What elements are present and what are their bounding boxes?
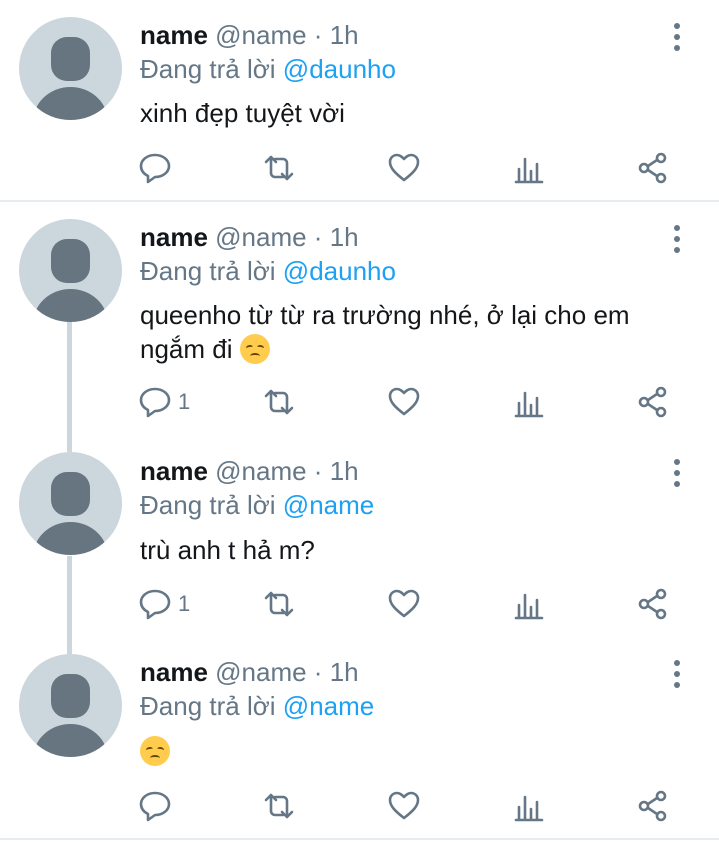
reply-button[interactable]: 1 xyxy=(138,586,190,622)
share-icon xyxy=(638,152,667,184)
tweet[interactable]: name @name · 1h Đang trả lời @daunho xin… xyxy=(0,0,719,200)
disappointed-face-emoji xyxy=(140,736,170,766)
like-button[interactable] xyxy=(387,150,421,186)
retweet-button[interactable] xyxy=(262,788,296,824)
reply-button[interactable] xyxy=(138,150,178,186)
like-button[interactable] xyxy=(387,586,421,622)
tweet-text: xinh đẹp tuyệt vời xyxy=(140,98,345,128)
more-vertical-icon[interactable] xyxy=(668,23,686,57)
handle-time: @name · 1h xyxy=(215,456,359,486)
disappointed-face-emoji xyxy=(239,334,270,364)
tweet[interactable]: name @name · 1h Đang trả lời @name trù a… xyxy=(0,438,719,656)
retweet-icon xyxy=(264,591,294,617)
tweet-text xyxy=(140,734,680,768)
tweet-header: name @name · 1h xyxy=(140,657,359,687)
retweet-button[interactable] xyxy=(262,384,296,420)
replying-to-label: Đang trả lời xyxy=(140,54,276,84)
share-icon xyxy=(638,790,667,822)
share-button[interactable] xyxy=(636,788,670,824)
retweet-button[interactable] xyxy=(262,150,296,186)
mention-link[interactable]: @name xyxy=(283,490,374,520)
replying-to: Đang trả lời @name xyxy=(140,691,374,721)
more-vertical-icon[interactable] xyxy=(668,660,686,694)
retweet-icon xyxy=(264,155,294,181)
avatar[interactable] xyxy=(19,654,122,757)
mention-link[interactable]: @name xyxy=(283,691,374,721)
analytics-icon xyxy=(514,391,544,418)
thread-line xyxy=(67,638,72,654)
tweet-actions: 1 xyxy=(0,384,719,420)
like-button[interactable] xyxy=(387,384,421,420)
reply-icon xyxy=(139,153,171,184)
display-name[interactable]: name xyxy=(140,222,208,252)
reply-count: 1 xyxy=(178,591,191,616)
analytics-button[interactable] xyxy=(512,586,546,622)
thread-line xyxy=(67,438,72,452)
reply-button[interactable]: 1 xyxy=(138,384,190,420)
tweet-actions: 1 xyxy=(0,586,719,622)
retweet-icon xyxy=(264,389,294,415)
display-name[interactable]: name xyxy=(140,456,208,486)
analytics-icon xyxy=(514,795,544,822)
tweet[interactable]: name @name · 1h Đang trả lời @daunho que… xyxy=(0,202,719,438)
share-button[interactable] xyxy=(636,150,670,186)
tweet-header: name @name · 1h xyxy=(140,20,359,50)
display-name[interactable]: name xyxy=(140,657,208,687)
more-vertical-icon[interactable] xyxy=(668,225,686,259)
avatar[interactable] xyxy=(19,17,122,120)
replying-to: Đang trả lời @daunho xyxy=(140,54,396,84)
reply-count: 1 xyxy=(178,389,191,414)
analytics-icon xyxy=(514,593,544,620)
tweet-text: trù anh t hả m? xyxy=(140,535,315,565)
share-icon xyxy=(638,386,667,418)
replying-to: Đang trả lời @daunho xyxy=(140,256,396,286)
handle-time: @name · 1h xyxy=(215,222,359,252)
share-button[interactable] xyxy=(636,384,670,420)
display-name[interactable]: name xyxy=(140,20,208,50)
retweet-button[interactable] xyxy=(262,586,296,622)
heart-icon xyxy=(388,387,420,416)
analytics-icon xyxy=(514,157,544,184)
handle-time: @name · 1h xyxy=(215,20,359,50)
avatar[interactable] xyxy=(19,219,122,322)
share-icon xyxy=(638,588,667,620)
analytics-button[interactable] xyxy=(512,384,546,420)
reply-icon xyxy=(139,387,171,418)
retweet-icon xyxy=(264,793,294,819)
tweet-text: queenho từ từ ra trường nhé, ở lại cho e… xyxy=(140,298,680,366)
tweet-actions xyxy=(0,788,719,824)
heart-icon xyxy=(388,589,420,618)
reply-icon xyxy=(139,589,171,620)
tweet-header: name @name · 1h xyxy=(140,222,359,252)
mention-link[interactable]: @daunho xyxy=(283,54,396,84)
tweet-text-content: queenho từ từ ra trường nhé, ở lại cho e… xyxy=(140,300,630,364)
reply-button[interactable] xyxy=(138,788,178,824)
replying-to: Đang trả lời @name xyxy=(140,490,374,520)
more-vertical-icon[interactable] xyxy=(668,459,686,493)
reply-icon xyxy=(139,791,171,822)
thread-line xyxy=(67,320,72,438)
share-button[interactable] xyxy=(636,586,670,622)
replying-to-label: Đang trả lời xyxy=(140,691,276,721)
heart-icon xyxy=(388,791,420,820)
tweet-actions xyxy=(0,150,719,186)
handle-time: @name · 1h xyxy=(215,657,359,687)
like-button[interactable] xyxy=(387,788,421,824)
analytics-button[interactable] xyxy=(512,150,546,186)
avatar[interactable] xyxy=(19,452,122,555)
analytics-button[interactable] xyxy=(512,788,546,824)
tweet-header: name @name · 1h xyxy=(140,456,359,486)
replying-to-label: Đang trả lời xyxy=(140,490,276,520)
replying-to-label: Đang trả lời xyxy=(140,256,276,286)
mention-link[interactable]: @daunho xyxy=(283,256,396,286)
heart-icon xyxy=(388,153,420,182)
tweet[interactable]: name @name · 1h Đang trả lời @name xyxy=(0,638,719,838)
tweet-divider xyxy=(0,838,719,840)
